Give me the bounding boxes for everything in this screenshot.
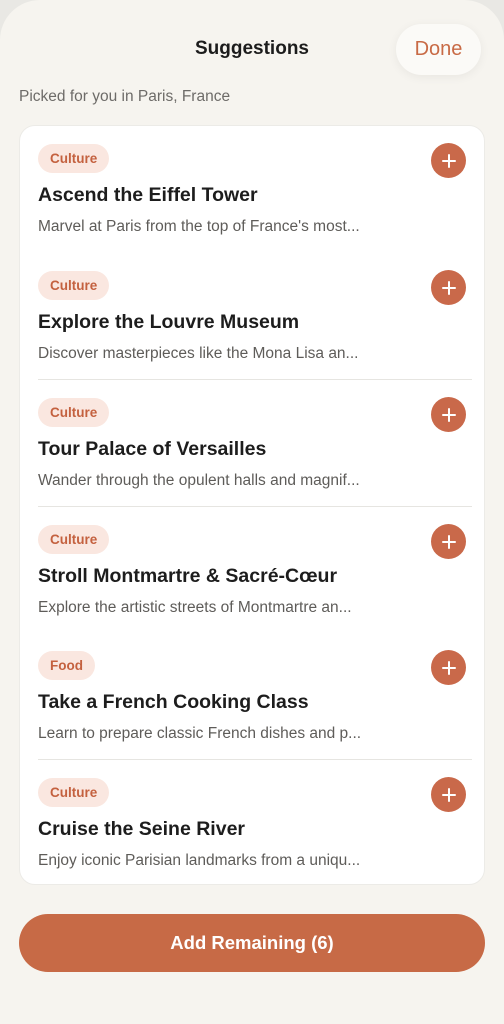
suggestions-list: Culture Ascend the Eiffel Tower Marvel a… xyxy=(19,125,485,885)
category-tag: Culture xyxy=(38,271,110,300)
suggestion-description: Discover masterpieces like the Mona Lisa… xyxy=(38,345,359,362)
suggestion-item[interactable]: Culture Ascend the Eiffel Tower Marvel a… xyxy=(38,126,472,252)
add-button[interactable] xyxy=(431,524,466,559)
category-tag: Culture xyxy=(38,398,110,427)
add-button[interactable] xyxy=(431,397,466,432)
add-remaining-button[interactable]: Add Remaining (6) xyxy=(19,914,485,972)
suggestion-item[interactable]: Culture Explore the Louvre Museum Discov… xyxy=(38,253,472,379)
add-button[interactable] xyxy=(431,650,466,685)
plus-icon xyxy=(441,153,456,168)
category-tag: Culture xyxy=(38,778,110,807)
category-tag: Culture xyxy=(38,144,110,173)
add-button[interactable] xyxy=(431,270,466,305)
plus-icon xyxy=(441,280,456,295)
suggestion-item[interactable]: Culture Cruise the Seine River Enjoy ico… xyxy=(38,759,472,886)
add-button[interactable] xyxy=(431,143,466,178)
plus-icon xyxy=(441,534,456,549)
suggestion-title: Ascend the Eiffel Tower xyxy=(38,184,258,206)
suggestion-description: Enjoy iconic Parisian landmarks from a u… xyxy=(38,852,361,869)
suggestion-title: Tour Palace of Versailles xyxy=(38,438,267,460)
done-button[interactable]: Done xyxy=(396,24,481,75)
plus-icon xyxy=(441,407,456,422)
suggestion-description: Learn to prepare classic French dishes a… xyxy=(38,725,362,742)
suggestion-title: Cruise the Seine River xyxy=(38,818,245,840)
suggestion-item[interactable]: Food Take a French Cooking Class Learn t… xyxy=(38,633,472,759)
category-tag: Culture xyxy=(38,525,110,554)
suggestion-title: Take a French Cooking Class xyxy=(38,691,309,713)
header: Suggestions Done xyxy=(0,0,504,100)
suggestion-title: Explore the Louvre Museum xyxy=(38,311,300,333)
plus-icon xyxy=(441,660,456,675)
suggestion-title: Stroll Montmartre & Sacré-Cœur xyxy=(38,565,338,587)
category-tag: Food xyxy=(38,651,95,680)
suggestion-item[interactable]: Culture Tour Palace of Versailles Wander… xyxy=(38,379,472,506)
suggestion-item[interactable]: Culture Stroll Montmartre & Sacré-Cœur E… xyxy=(38,506,472,633)
suggestion-description: Marvel at Paris from the top of France's… xyxy=(38,218,360,235)
suggestion-description: Explore the artistic streets of Montmart… xyxy=(38,599,352,616)
location-subtitle: Picked for you in Paris, France xyxy=(19,88,231,105)
add-button[interactable] xyxy=(431,777,466,812)
suggestion-description: Wander through the opulent halls and mag… xyxy=(38,472,360,489)
plus-icon xyxy=(441,787,456,802)
suggestions-sheet: Suggestions Done Picked for you in Paris… xyxy=(0,0,504,1024)
